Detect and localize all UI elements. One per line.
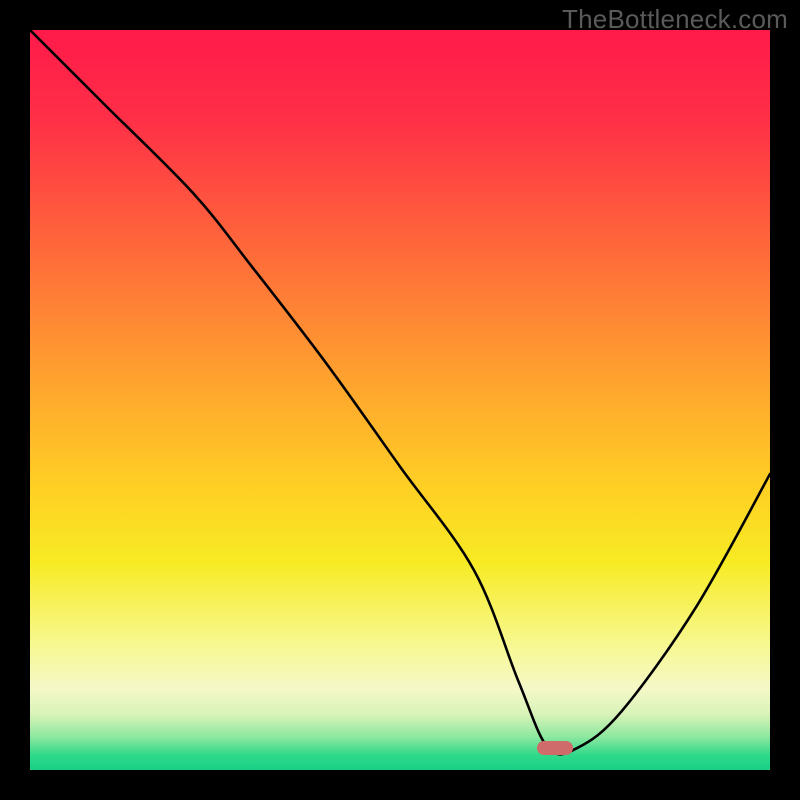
bottleneck-curve: [30, 30, 770, 770]
plot-area: [30, 30, 770, 770]
optimum-marker: [537, 741, 573, 755]
chart-container: TheBottleneck.com: [0, 0, 800, 800]
watermark-text: TheBottleneck.com: [562, 4, 788, 35]
